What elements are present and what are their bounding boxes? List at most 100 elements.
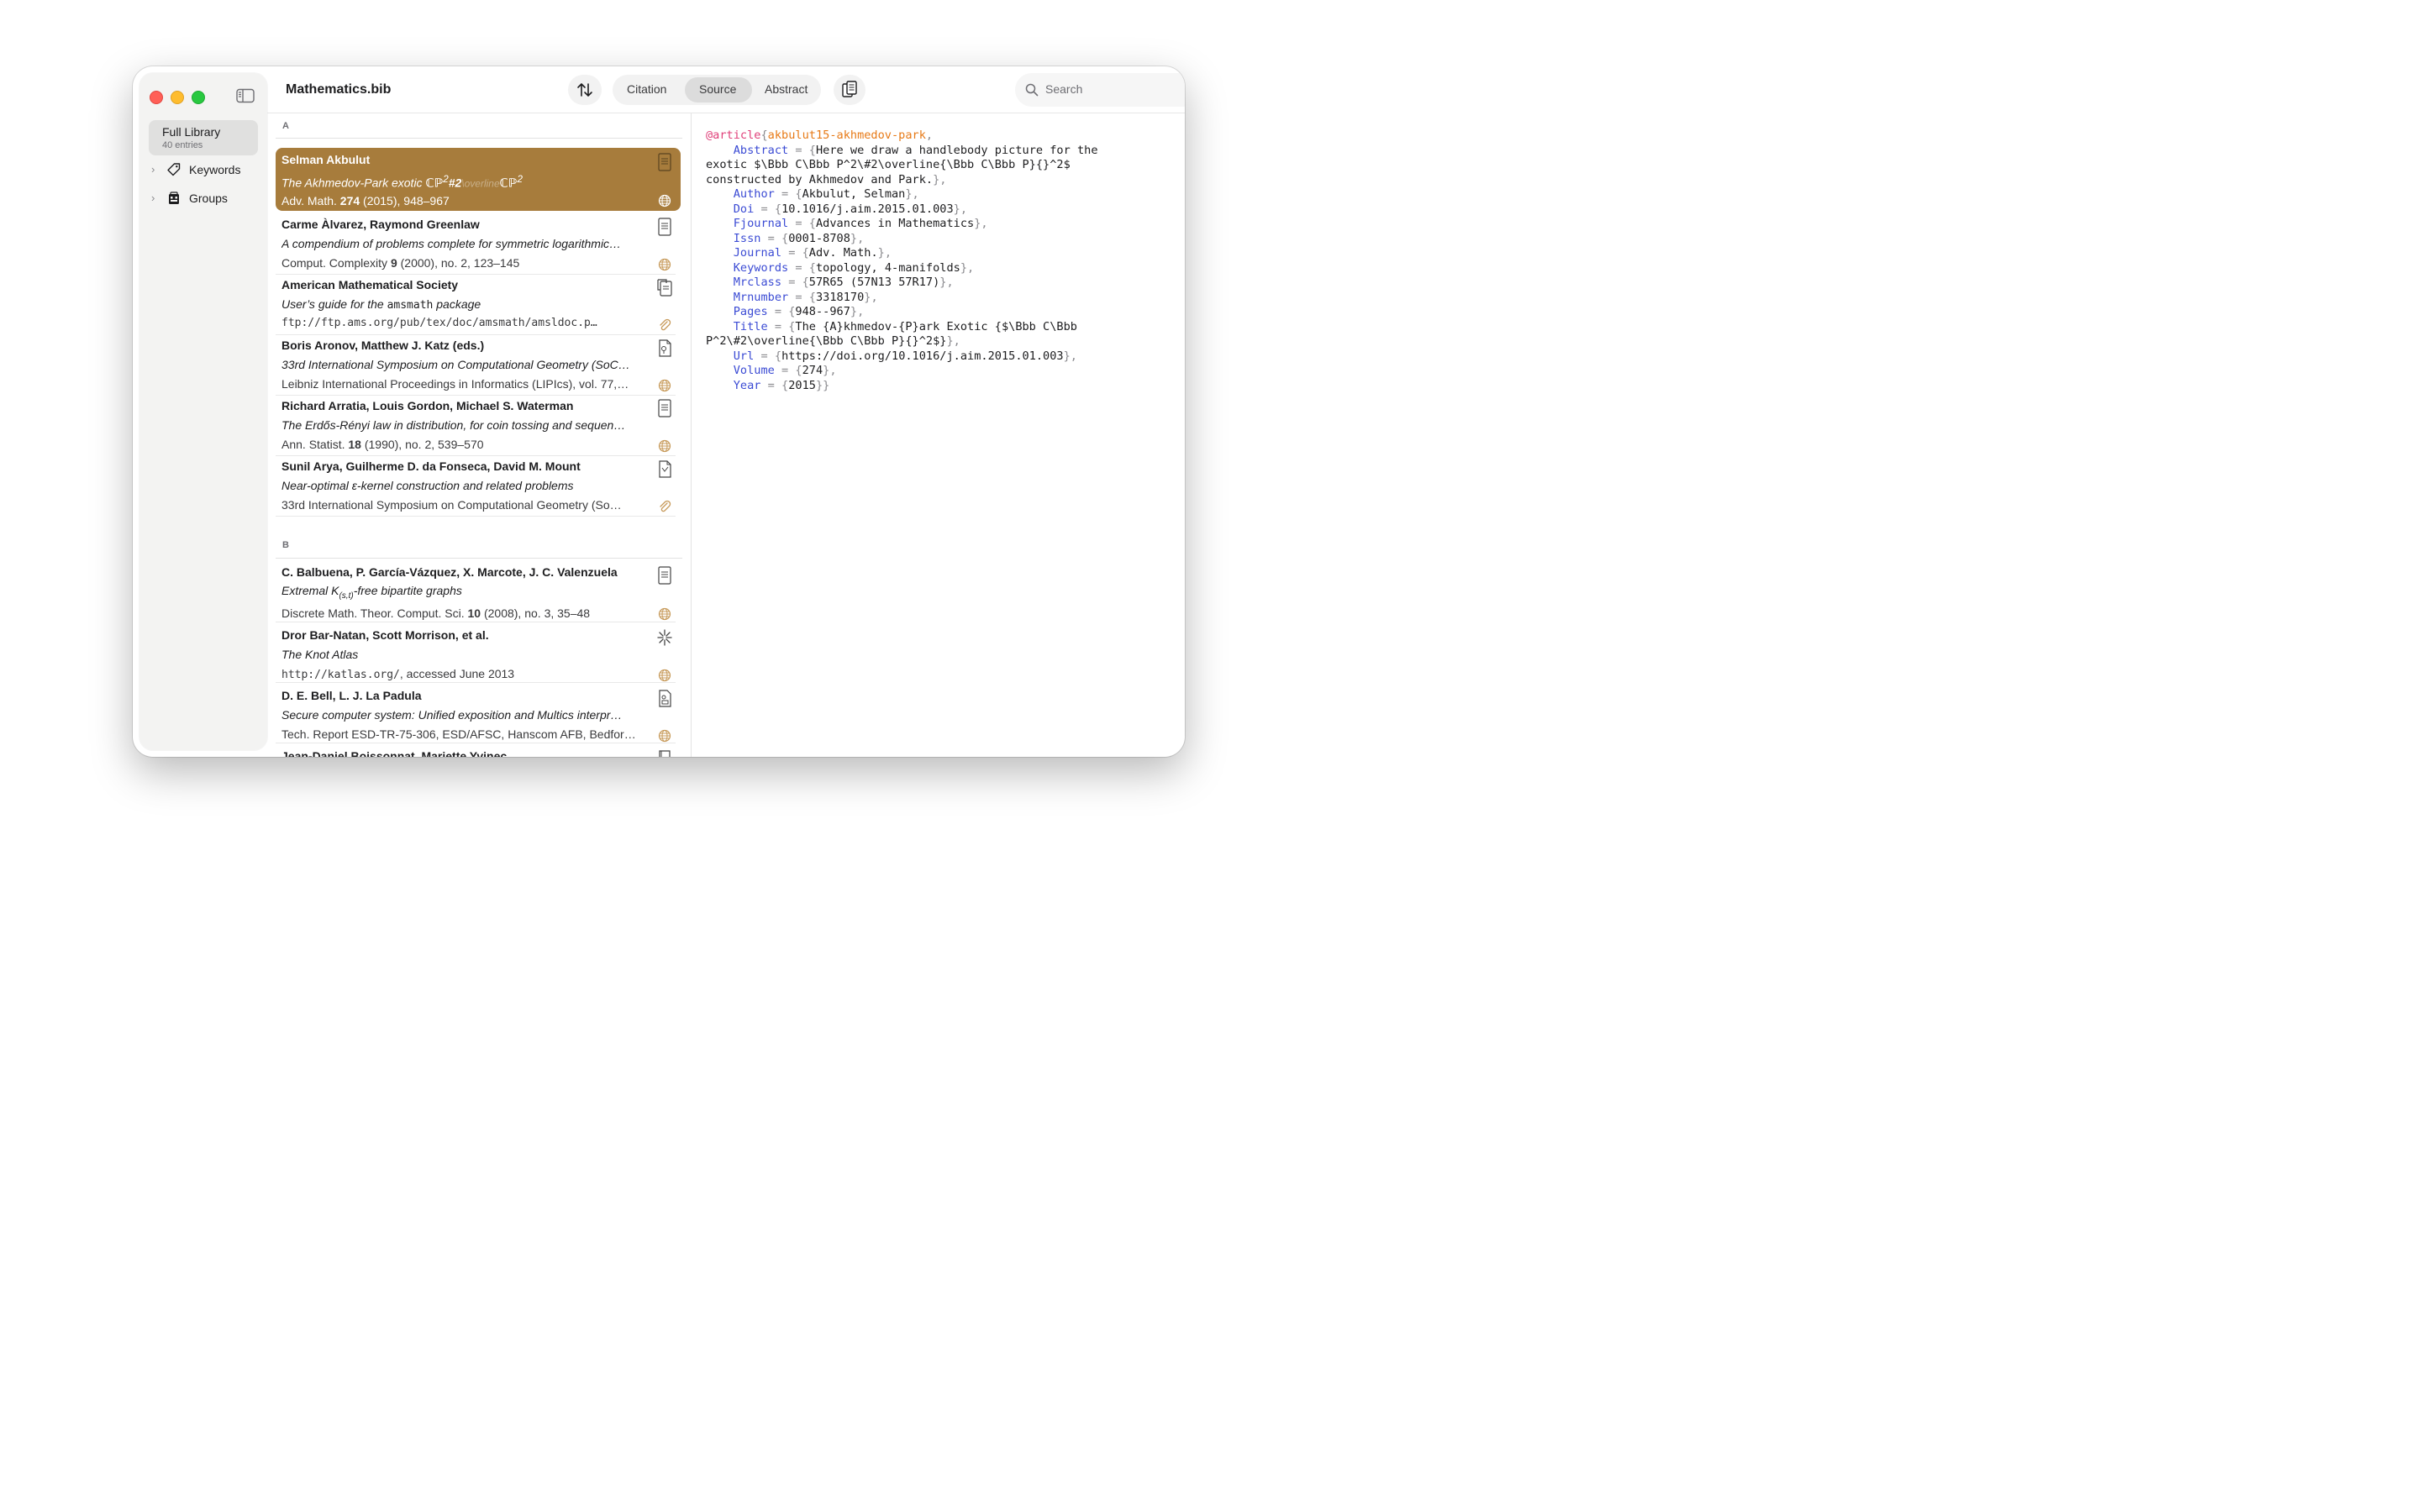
paperclip-icon[interactable]	[658, 318, 671, 332]
sidebar-toggle-icon[interactable]	[236, 88, 255, 103]
inproceedings-icon	[659, 460, 671, 478]
entry-title: Secure computer system: Unified expositi…	[281, 708, 623, 722]
list-item[interactable]: Sunil Arya, Guilherme D. da Fonseca, Dav…	[276, 454, 681, 515]
document-icon	[658, 399, 671, 417]
equals-brace: = {	[754, 349, 782, 363]
source-field-line: Title = {The {A}khmedov-{P}ark Exotic {$…	[706, 320, 1176, 335]
entry-publication: ftp://ftp.ams.org/pub/tex/doc/amsmath/am…	[281, 317, 597, 329]
list-item[interactable]: Boris Aronov, Matthew J. Katz (eds.) 33r…	[276, 333, 681, 394]
field-name: Fjournal	[733, 217, 789, 230]
equals-brace: = {	[788, 143, 816, 157]
chevron-right-icon[interactable]: ›	[151, 192, 155, 204]
entry-authors: Sunil Arya, Guilherme D. da Fonseca, Dav…	[281, 459, 581, 473]
field-value: The {A}khmedov-{P}ark Exotic {$\Bbb C\Bb…	[795, 319, 1077, 333]
source-field-line: Doi = {10.1016/j.aim.2015.01.003},	[706, 202, 1176, 218]
copy-button[interactable]	[834, 75, 865, 105]
field-name: Journal	[733, 246, 782, 260]
equals-brace: = {	[767, 319, 796, 333]
field-value: topology, 4-manifolds	[815, 260, 960, 275]
field-name: Pages	[733, 305, 768, 318]
source-field-line: Issn = {0001-8708},	[706, 232, 1176, 247]
list-item[interactable]: Dror Bar-Natan, Scott Morrison, et al. T…	[276, 623, 681, 684]
close-window-button[interactable]	[150, 91, 163, 104]
globe-icon[interactable]	[658, 607, 671, 621]
equals-brace: = {	[774, 187, 802, 201]
source-field-line: Year = {2015}}	[706, 379, 1176, 394]
closing-brace: },	[850, 231, 865, 245]
field-value: constructed by Akhmedov and Park.	[706, 172, 934, 186]
source-field-line: Mrnumber = {3318170},	[706, 291, 1176, 306]
globe-icon[interactable]	[658, 194, 671, 207]
field-name: Url	[733, 349, 755, 363]
search-placeholder: Search	[1045, 82, 1083, 96]
tab-abstract[interactable]: Abstract	[765, 82, 808, 96]
toolbar: Mathematics.bib Citation Source Abstract	[267, 66, 1185, 113]
closing-brace: },	[946, 334, 960, 348]
sidebar-item-groups[interactable]: › Groups	[151, 189, 260, 209]
tab-source[interactable]: Source	[699, 82, 736, 96]
misc-icon	[657, 629, 672, 646]
minimize-window-button[interactable]	[171, 91, 184, 104]
globe-icon[interactable]	[658, 669, 671, 682]
sidebar-item-keywords[interactable]: › Keywords	[151, 160, 260, 181]
entry-authors: American Mathematical Society	[281, 278, 459, 291]
manual-icon	[657, 279, 672, 297]
equals-brace: = {	[788, 217, 816, 230]
list-item[interactable]: Jean-Daniel Boissonnat, Mariette Yvinec	[276, 744, 681, 757]
entry-list: A Selman Akbulut The Akhmedov-Park exoti…	[276, 113, 691, 757]
equals-brace: = {	[760, 378, 789, 392]
list-item[interactable]: Selman Akbulut The Akhmedov-Park exotic …	[276, 148, 681, 211]
sort-button[interactable]	[568, 75, 602, 105]
section-divider	[276, 138, 682, 139]
field-name: Abstract	[733, 143, 789, 157]
field-name: Volume	[733, 364, 775, 377]
closing-brace: },	[823, 364, 837, 377]
entry-authors: Carme Àlvarez, Raymond Greenlaw	[281, 218, 480, 231]
field-value: P^2\#2\overline{\Bbb C\Bbb P}{}^2$}	[706, 334, 947, 348]
groups-icon	[169, 192, 179, 204]
field-value: Here we draw a handlebody picture for th…	[815, 143, 1098, 157]
field-value: 0001-8708	[788, 231, 850, 245]
list-item[interactable]: American Mathematical Society User’s gui…	[276, 273, 681, 333]
entry-title: The Akhmedov-Park exotic ℂℙ2#2\overlineℂ…	[281, 174, 523, 190]
globe-icon[interactable]	[658, 439, 671, 453]
field-value: Adv. Math.	[808, 246, 878, 260]
cite-key: akbulut15-akhmedov-park	[767, 129, 926, 142]
source-field-line: Fjournal = {Advances in Mathematics},	[706, 217, 1176, 232]
chevron-right-icon[interactable]: ›	[151, 163, 155, 176]
list-item[interactable]: Richard Arratia, Louis Gordon, Michael S…	[276, 394, 681, 454]
zoom-window-button[interactable]	[192, 91, 205, 104]
pane-divider[interactable]	[691, 113, 692, 757]
sidebar-item-full-library[interactable]: Full Library 40 entries	[149, 120, 258, 155]
field-name: Mrclass	[733, 276, 782, 289]
field-name: Keywords	[733, 260, 789, 275]
globe-icon[interactable]	[658, 729, 671, 743]
search-field[interactable]: Search	[1015, 73, 1185, 107]
bibtex-source-view[interactable]: @article{akbulut15-akhmedov-park, Abstra…	[706, 129, 1176, 393]
closing-brace: },	[953, 202, 968, 216]
field-name: Mrnumber	[733, 290, 789, 304]
brace: {	[760, 129, 768, 142]
list-item[interactable]: C. Balbuena, P. García-Vázquez, X. Marco…	[276, 560, 681, 622]
tab-citation[interactable]: Citation	[627, 82, 666, 96]
globe-icon[interactable]	[658, 379, 671, 392]
closing-brace: },	[905, 187, 919, 201]
paperclip-icon[interactable]	[658, 500, 671, 513]
entry-publication: Adv. Math. 274 (2015), 948–967	[281, 194, 450, 207]
field-value: 3318170	[815, 290, 865, 304]
entry-title: The Erdős-Rényi law in distribution, for…	[281, 418, 626, 432]
source-entry-header: @article{akbulut15-akhmedov-park,	[706, 129, 1176, 144]
equals-brace: = {	[774, 364, 802, 377]
list-item[interactable]: Carme Àlvarez, Raymond Greenlaw A compen…	[276, 213, 681, 273]
equals-brace: = {	[754, 202, 782, 216]
row-divider	[276, 516, 676, 517]
entry-authors: Jean-Daniel Boissonnat, Mariette Yvinec	[281, 749, 508, 757]
field-value: 10.1016/j.aim.2015.01.003	[781, 202, 954, 216]
list-item[interactable]: D. E. Bell, L. J. La Padula Secure compu…	[276, 684, 681, 744]
source-field-line: Author = {Akbulut, Selman},	[706, 187, 1176, 202]
equals-brace: = {	[781, 276, 809, 289]
source-field-continuation: P^2\#2\overline{\Bbb C\Bbb P}{}^2$}},	[706, 334, 1176, 349]
globe-icon[interactable]	[658, 258, 671, 271]
section-header-a: A	[282, 121, 289, 131]
field-name: Title	[733, 319, 768, 333]
